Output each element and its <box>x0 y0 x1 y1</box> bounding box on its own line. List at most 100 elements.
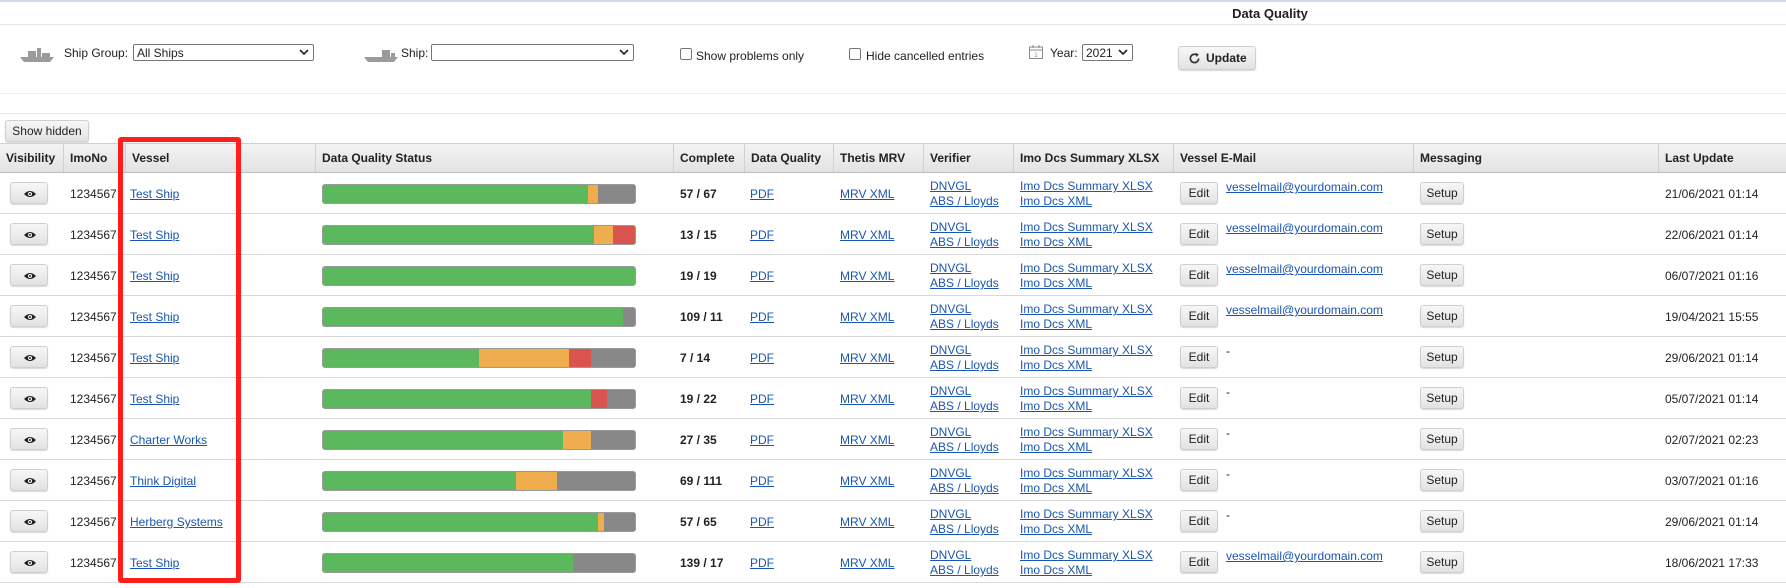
col-last-update[interactable]: Last Update <box>1658 144 1786 172</box>
ship-select[interactable] <box>431 44 634 61</box>
imo-dcs-xlsx-link[interactable]: Imo Dcs Summary XLSX <box>1020 384 1153 398</box>
vessel-link[interactable]: Test Ship <box>130 228 179 242</box>
mrv-xml-link[interactable]: MRV XML <box>840 187 894 201</box>
imo-dcs-xml-link[interactable]: Imo Dcs XML <box>1020 276 1092 290</box>
imo-dcs-xlsx-link[interactable]: Imo Dcs Summary XLSX <box>1020 507 1153 521</box>
verifier-abs-lloyds-link[interactable]: ABS / Lloyds <box>930 522 999 536</box>
visibility-toggle-button[interactable] <box>10 428 48 450</box>
edit-email-button[interactable]: Edit <box>1180 264 1218 286</box>
mrv-xml-link[interactable]: MRV XML <box>840 556 894 570</box>
visibility-toggle-button[interactable] <box>10 387 48 409</box>
imo-dcs-xlsx-link[interactable]: Imo Dcs Summary XLSX <box>1020 466 1153 480</box>
imo-dcs-xml-link[interactable]: Imo Dcs XML <box>1020 235 1092 249</box>
vessel-name[interactable]: Herberg Systems <box>130 515 223 529</box>
col-imono[interactable]: ImoNo <box>63 144 125 172</box>
col-complete[interactable]: Complete <box>673 144 744 172</box>
verifier-abs-lloyds-link[interactable]: ABS / Lloyds <box>930 276 999 290</box>
imo-dcs-xml-link[interactable]: Imo Dcs XML <box>1020 317 1092 331</box>
visibility-toggle-button[interactable] <box>10 469 48 491</box>
verifier-abs-lloyds-link[interactable]: ABS / Lloyds <box>930 399 999 413</box>
verifier-dnvgl-link[interactable]: DNVGL <box>930 507 971 521</box>
verifier-abs-lloyds-link[interactable]: ABS / Lloyds <box>930 440 999 454</box>
imo-dcs-xml-link[interactable]: Imo Dcs XML <box>1020 563 1092 577</box>
col-data-quality[interactable]: Data Quality <box>744 144 833 172</box>
visibility-toggle-button[interactable] <box>10 346 48 368</box>
messaging-setup-button[interactable]: Setup <box>1420 305 1464 327</box>
pdf-link[interactable]: PDF <box>750 392 774 406</box>
mrv-xml-link[interactable]: MRV XML <box>840 351 894 365</box>
pdf-link[interactable]: PDF <box>750 269 774 283</box>
edit-email-button[interactable]: Edit <box>1180 182 1218 204</box>
verifier-abs-lloyds-link[interactable]: ABS / Lloyds <box>930 235 999 249</box>
verifier-abs-lloyds-link[interactable]: ABS / Lloyds <box>930 563 999 577</box>
edit-email-button[interactable]: Edit <box>1180 510 1218 532</box>
vessel-name[interactable]: Test Ship <box>130 187 179 201</box>
mrv-xml-link[interactable]: MRV XML <box>840 392 894 406</box>
edit-email-button[interactable]: Edit <box>1180 469 1218 491</box>
col-visibility[interactable]: Visibility <box>0 144 63 172</box>
visibility-toggle-button[interactable] <box>10 264 48 286</box>
vessel-name[interactable]: Test Ship <box>130 310 179 324</box>
pdf-link[interactable]: PDF <box>750 187 774 201</box>
pdf-link[interactable]: PDF <box>750 474 774 488</box>
verifier-dnvgl-link[interactable]: DNVGL <box>930 343 971 357</box>
col-vessel[interactable]: Vessel <box>125 144 315 172</box>
imo-dcs-xlsx-link[interactable]: Imo Dcs Summary XLSX <box>1020 261 1153 275</box>
imo-dcs-xlsx-link[interactable]: Imo Dcs Summary XLSX <box>1020 425 1153 439</box>
mrv-xml-link[interactable]: MRV XML <box>840 228 894 242</box>
col-verifier[interactable]: Verifier <box>923 144 1013 172</box>
imo-dcs-xlsx-link[interactable]: Imo Dcs Summary XLSX <box>1020 302 1153 316</box>
hide-cancelled-checkbox[interactable] <box>849 48 861 60</box>
mrv-xml-link[interactable]: MRV XML <box>840 515 894 529</box>
mrv-xml-link[interactable]: MRV XML <box>840 433 894 447</box>
vessel-link[interactable]: Test Ship <box>130 556 179 570</box>
visibility-toggle-button[interactable] <box>10 305 48 327</box>
imo-dcs-xml-link[interactable]: Imo Dcs XML <box>1020 194 1092 208</box>
update-button[interactable]: Update <box>1178 46 1256 70</box>
edit-email-button[interactable]: Edit <box>1180 428 1218 450</box>
imo-dcs-xlsx-link[interactable]: Imo Dcs Summary XLSX <box>1020 343 1153 357</box>
vessel-link[interactable]: Think Digital <box>130 474 196 488</box>
visibility-toggle-button[interactable] <box>10 551 48 573</box>
mrv-xml-link[interactable]: MRV XML <box>840 474 894 488</box>
messaging-setup-button[interactable]: Setup <box>1420 551 1464 573</box>
vessel-email-link[interactable]: vesselmail@yourdomain.com <box>1226 180 1383 194</box>
pdf-link[interactable]: PDF <box>750 433 774 447</box>
imo-dcs-xlsx-link[interactable]: Imo Dcs Summary XLSX <box>1020 548 1153 562</box>
col-data-quality-status[interactable]: Data Quality Status <box>315 144 673 172</box>
imo-dcs-xlsx-link[interactable]: Imo Dcs Summary XLSX <box>1020 220 1153 234</box>
vessel-link[interactable]: Test Ship <box>130 392 179 406</box>
verifier-dnvgl-link[interactable]: DNVGL <box>930 261 971 275</box>
pdf-link[interactable]: PDF <box>750 556 774 570</box>
edit-email-button[interactable]: Edit <box>1180 223 1218 245</box>
pdf-link[interactable]: PDF <box>750 228 774 242</box>
verifier-abs-lloyds-link[interactable]: ABS / Lloyds <box>930 194 999 208</box>
visibility-toggle-button[interactable] <box>10 182 48 204</box>
col-messaging[interactable]: Messaging <box>1413 144 1658 172</box>
vessel-name[interactable]: Test Ship <box>130 269 179 283</box>
visibility-toggle-button[interactable] <box>10 223 48 245</box>
mrv-xml-link[interactable]: MRV XML <box>840 310 894 324</box>
pdf-link[interactable]: PDF <box>750 515 774 529</box>
vessel-name[interactable]: Test Ship <box>130 556 179 570</box>
pdf-link[interactable]: PDF <box>750 351 774 365</box>
col-imo-dcs-summary[interactable]: Imo Dcs Summary XLSX <box>1013 144 1173 172</box>
verifier-dnvgl-link[interactable]: DNVGL <box>930 302 971 316</box>
show-hidden-button[interactable]: Show hidden <box>5 120 89 142</box>
verifier-dnvgl-link[interactable]: DNVGL <box>930 466 971 480</box>
vessel-link[interactable]: Herberg Systems <box>130 515 223 529</box>
vessel-link[interactable]: Test Ship <box>130 187 179 201</box>
vessel-link[interactable]: Test Ship <box>130 310 179 324</box>
imo-dcs-xml-link[interactable]: Imo Dcs XML <box>1020 399 1092 413</box>
messaging-setup-button[interactable]: Setup <box>1420 428 1464 450</box>
verifier-dnvgl-link[interactable]: DNVGL <box>930 425 971 439</box>
verifier-dnvgl-link[interactable]: DNVGL <box>930 220 971 234</box>
col-thetis-mrv[interactable]: Thetis MRV <box>833 144 923 172</box>
edit-email-button[interactable]: Edit <box>1180 387 1218 409</box>
imo-dcs-xml-link[interactable]: Imo Dcs XML <box>1020 522 1092 536</box>
edit-email-button[interactable]: Edit <box>1180 551 1218 573</box>
edit-email-button[interactable]: Edit <box>1180 305 1218 327</box>
messaging-setup-button[interactable]: Setup <box>1420 223 1464 245</box>
year-select[interactable]: 2021 <box>1082 44 1133 61</box>
messaging-setup-button[interactable]: Setup <box>1420 264 1464 286</box>
